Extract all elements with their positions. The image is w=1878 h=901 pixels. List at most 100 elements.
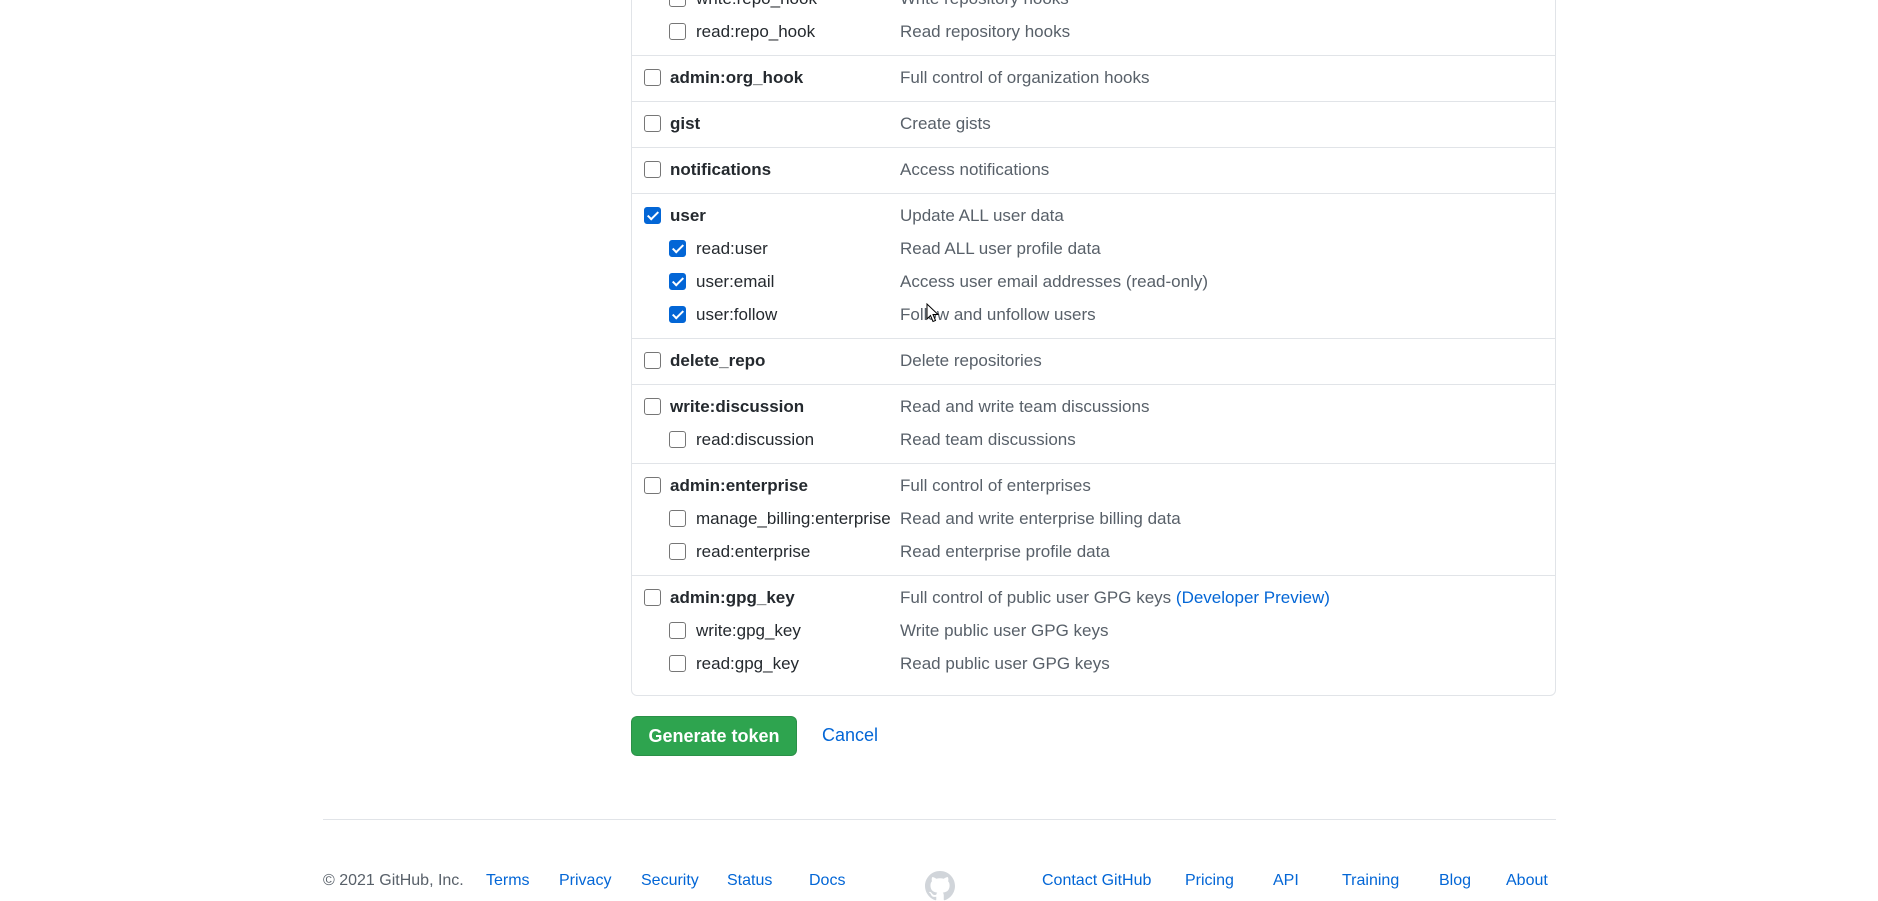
scope-row: user Update ALL user data [632, 201, 1555, 234]
site-footer: © 2021 GitHub, Inc. Terms Privacy Security… [323, 871, 1556, 901]
scope-checkbox[interactable] [669, 510, 686, 527]
scope-name: admin:org_hook [670, 68, 804, 87]
scope-description-text: Create gists [900, 114, 991, 133]
github-mark-icon[interactable] [925, 871, 955, 901]
scope-subrow: manage_billing:enterprise Read and write … [632, 504, 1555, 537]
footer-link-status[interactable]: Status [727, 871, 772, 891]
footer-link-pricing[interactable]: Pricing [1185, 871, 1234, 891]
footer-link-contact-github[interactable]: Contact GitHub [1042, 871, 1151, 891]
scope-name: manage_billing:enterprise [696, 509, 891, 528]
scope-description: Write repository hooks [900, 0, 1069, 10]
scope-subrow: user:follow Follow and unfollow users [632, 300, 1555, 333]
scope-description-text: Full control of organization hooks [900, 68, 1150, 87]
footer-link-privacy[interactable]: Privacy [559, 871, 611, 891]
scope-description-text: Read and write enterprise billing data [900, 509, 1181, 528]
scope-subrow: read:discussion Read team discussions [632, 425, 1555, 458]
scope-subrow: read:gpg_key Read public user GPG keys [632, 649, 1555, 682]
scope-name: read:gpg_key [696, 654, 800, 673]
scope-checkbox[interactable] [644, 69, 661, 86]
scope-group: notifications Access notifications [632, 148, 1555, 194]
scope-subrow: read:repo_hook Read repository hooks [632, 17, 1555, 50]
scope-subrow: write:repo_hook Write repository hooks [632, 0, 1555, 17]
scope-subrow: read:enterprise Read enterprise profile d… [632, 537, 1555, 570]
footer-link-about[interactable]: About [1506, 871, 1548, 891]
scope-name: write:gpg_key [696, 621, 801, 640]
scope-row: gist Create gists [632, 109, 1555, 142]
scope-description: Read ALL user profile data [900, 238, 1101, 260]
scope-checkbox[interactable] [669, 0, 686, 7]
scope-checkbox[interactable] [669, 273, 686, 290]
scope-name: admin:gpg_key [670, 588, 795, 607]
scope-name: write:repo_hook [696, 0, 817, 10]
scope-description: Full control of public user GPG keys (De… [900, 587, 1330, 609]
scope-checkbox[interactable] [669, 306, 686, 323]
mouse-cursor-icon [926, 303, 940, 323]
footer-link-docs[interactable]: Docs [809, 871, 845, 891]
scope-group: admin:enterprise Full control of enterpri… [632, 464, 1555, 576]
scope-checkbox[interactable] [669, 431, 686, 448]
scope-description: Read enterprise profile data [900, 541, 1110, 563]
scope-description-text: Read ALL user profile data [900, 239, 1101, 258]
scope-row: notifications Access notifications [632, 155, 1555, 188]
footer-divider [323, 819, 1556, 820]
scope-row: admin:org_hook Full control of organizati… [632, 63, 1555, 96]
scope-row: write:discussion Read and write team disc… [632, 392, 1555, 425]
scope-name: user:email [696, 272, 775, 291]
scope-description: Access notifications [900, 159, 1049, 181]
scope-name: notifications [670, 160, 772, 179]
scope-name: read:discussion [696, 430, 815, 449]
scope-checkbox[interactable] [669, 655, 686, 672]
scope-row: admin:gpg_key Full control of public user… [632, 583, 1555, 616]
scope-checkbox[interactable] [669, 240, 686, 257]
scope-description-text: Delete repositories [900, 351, 1042, 370]
scope-name: user [670, 206, 706, 225]
scopes-list: write:repo_hook Write repository hooks rea… [631, 0, 1556, 696]
scope-group: admin:gpg_key Full control of public user… [632, 576, 1555, 688]
scope-description: Read public user GPG keys [900, 653, 1110, 675]
scope-description-text: Read public user GPG keys [900, 654, 1110, 673]
scope-checkbox[interactable] [644, 161, 661, 178]
scope-description-text: Access notifications [900, 160, 1050, 179]
scope-subrow: write:gpg_key Write public user GPG keys [632, 616, 1555, 649]
scope-description-text: Read and write team discussions [900, 397, 1150, 416]
scope-description-text: Write repository hooks [900, 0, 1069, 8]
scope-name: read:user [696, 239, 768, 258]
footer-link-training[interactable]: Training [1342, 871, 1399, 891]
scope-subrow: read:user Read ALL user profile data [632, 234, 1555, 267]
scope-description: Access user email addresses (read-only) [900, 271, 1208, 293]
footer-link-blog[interactable]: Blog [1439, 871, 1471, 891]
footer-link-terms[interactable]: Terms [486, 871, 530, 891]
scope-checkbox[interactable] [644, 398, 661, 415]
scope-checkbox[interactable] [644, 352, 661, 369]
scope-description-text: Write public user GPG keys [900, 621, 1109, 640]
scope-row: delete_repo Delete repositories [632, 346, 1555, 379]
scope-checkbox[interactable] [644, 589, 661, 606]
developer-preview-link[interactable]: (Developer Preview) [1176, 588, 1330, 607]
scope-description-text: Read enterprise profile data [900, 542, 1110, 561]
scope-group: delete_repo Delete repositories [632, 339, 1555, 385]
scope-group: admin:org_hook Full control of organizati… [632, 56, 1555, 102]
scope-description: Full control of enterprises [900, 475, 1091, 497]
scope-name: user:follow [696, 305, 778, 324]
scope-description-text: Read team discussions [900, 430, 1076, 449]
scope-checkbox[interactable] [644, 115, 661, 132]
footer-link-api[interactable]: API [1273, 871, 1299, 891]
scope-name: delete_repo [670, 351, 766, 370]
scope-checkbox[interactable] [644, 207, 661, 224]
scope-description: Read repository hooks [900, 21, 1070, 43]
scope-checkbox[interactable] [669, 622, 686, 639]
generate-token-button[interactable]: Generate token [631, 716, 797, 756]
footer-link-security[interactable]: Security [641, 871, 699, 891]
scope-checkbox[interactable] [669, 543, 686, 560]
scope-group: gist Create gists [632, 102, 1555, 148]
scope-checkbox[interactable] [644, 477, 661, 494]
footer-copyright: © 2021 GitHub, Inc. [323, 872, 464, 889]
scope-description-text: Read repository hooks [900, 22, 1071, 41]
scope-description: Delete repositories [900, 350, 1042, 372]
scope-name: write:discussion [670, 397, 805, 416]
cancel-link[interactable]: Cancel [822, 725, 878, 746]
scope-group: write:repo_hook Write repository hooks rea… [632, 0, 1555, 56]
scope-description-text: Access user email addresses (read-only) [900, 272, 1209, 291]
scope-checkbox[interactable] [669, 23, 686, 40]
scope-description-text: Full control of public user GPG keys [900, 588, 1172, 607]
